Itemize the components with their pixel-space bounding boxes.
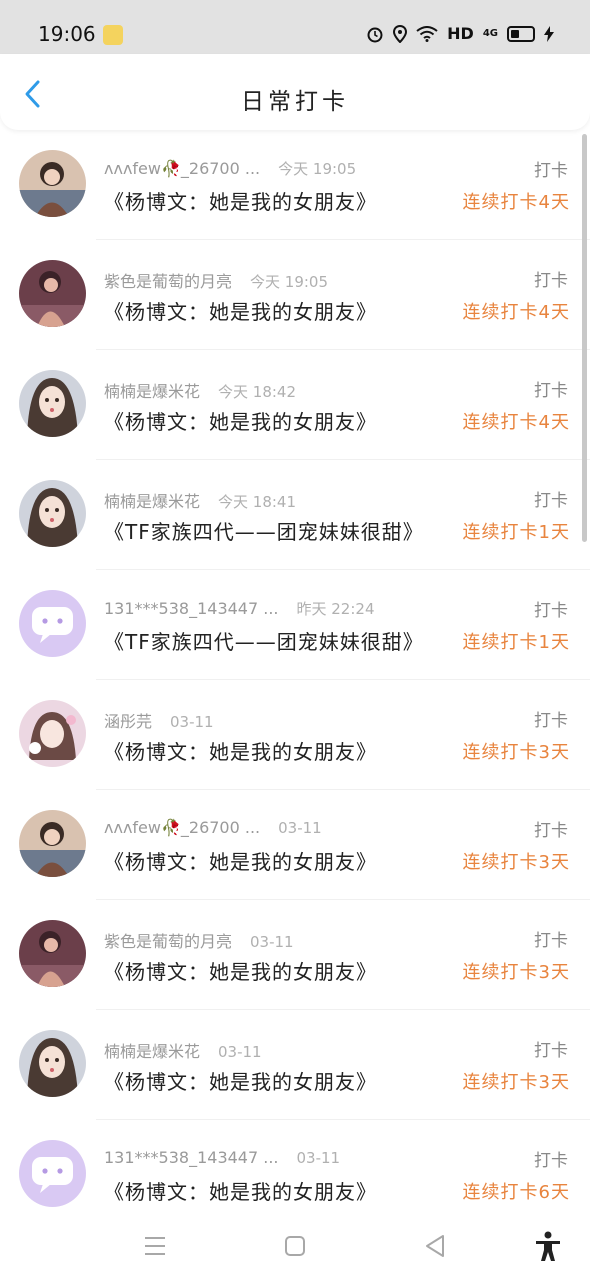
list-item[interactable]: 楠楠是爆米花 今天 18:42 《杨博文：她是我的女朋友》 打卡 连续打卡4天 — [0, 350, 590, 460]
book-title[interactable]: 《TF家族四代——团宠妹妹很甜》 — [104, 516, 424, 545]
book-title[interactable]: 《杨博文：她是我的女朋友》 — [104, 736, 377, 765]
list-item[interactable]: 涵彤芫 03-11 《杨博文：她是我的女朋友》 打卡 连续打卡3天 — [0, 680, 590, 790]
list-item[interactable]: 紫色是葡萄的月亮 今天 19:05 《杨博文：她是我的女朋友》 打卡 连续打卡4天 — [0, 240, 590, 350]
system-nav-bar — [0, 1208, 590, 1280]
avatar[interactable] — [19, 370, 86, 437]
home-icon — [285, 1236, 305, 1256]
streak-label: 连续打卡4天 — [462, 302, 570, 323]
streak-label: 连续打卡3天 — [462, 742, 570, 763]
checkin-tag: 打卡 — [534, 931, 568, 951]
record-time: 今天 19:05 — [278, 160, 357, 178]
record-time: 今天 18:41 — [218, 493, 297, 511]
list-item[interactable]: 131***538_143447 ... 03-11 《杨博文：她是我的女朋友》 … — [0, 1120, 590, 1208]
avatar[interactable] — [19, 150, 86, 217]
scrollbar[interactable] — [582, 134, 587, 542]
streak-label: 连续打卡1天 — [462, 632, 570, 653]
record-time: 03-11 — [278, 819, 322, 837]
book-title[interactable]: 《杨博文：她是我的女朋友》 — [104, 846, 377, 875]
alarm-icon — [367, 27, 383, 42]
checkin-list[interactable]: ᴧᴧᴧfew🥀_26700 ... 今天 19:05 《杨博文：她是我的女朋友》 … — [0, 130, 590, 1208]
list-item[interactable]: ᴧᴧᴧfew🥀_26700 ... 今天 19:05 《杨博文：她是我的女朋友》 … — [0, 130, 590, 240]
accessibility-icon — [536, 1231, 560, 1261]
battery-icon — [507, 25, 535, 42]
book-title[interactable]: 《TF家族四代——团宠妹妹很甜》 — [104, 626, 424, 655]
book-title[interactable]: 《杨博文：她是我的女朋友》 — [104, 1176, 377, 1205]
streak-label: 连续打卡3天 — [462, 962, 570, 983]
streak-label: 连续打卡4天 — [462, 412, 570, 433]
status-time: 19:06 — [38, 22, 96, 46]
home-button[interactable] — [277, 1228, 313, 1264]
user-name[interactable]: 131***538_143447 ... 昨天 22:24 — [104, 598, 375, 619]
user-name[interactable]: ᴧᴧᴧfew🥀_26700 ... 03-11 — [104, 818, 322, 837]
checkin-tag: 打卡 — [534, 381, 568, 401]
list-item[interactable]: 楠楠是爆米花 03-11 《杨博文：她是我的女朋友》 打卡 连续打卡3天 — [0, 1010, 590, 1120]
record-time: 昨天 22:24 — [296, 600, 375, 618]
record-time: 03-11 — [250, 933, 294, 951]
avatar[interactable] — [19, 1030, 86, 1097]
status-icons: HD 4G — [366, 24, 554, 43]
book-title[interactable]: 《杨博文：她是我的女朋友》 — [104, 186, 377, 215]
accessibility-button[interactable] — [530, 1228, 566, 1264]
wifi-icon — [416, 25, 438, 42]
checkin-tag: 打卡 — [534, 821, 568, 841]
list-item[interactable]: ᴧᴧᴧfew🥀_26700 ... 03-11 《杨博文：她是我的女朋友》 打卡 … — [0, 790, 590, 900]
list-item[interactable]: 131***538_143447 ... 昨天 22:24 《TF家族四代——团宠… — [0, 570, 590, 680]
record-time: 03-11 — [218, 1043, 262, 1061]
avatar[interactable] — [19, 1140, 86, 1207]
title-bar: 日常打卡 — [0, 54, 590, 130]
avatar[interactable] — [19, 810, 86, 877]
book-title[interactable]: 《杨博文：她是我的女朋友》 — [104, 1066, 377, 1095]
book-title[interactable]: 《杨博文：她是我的女朋友》 — [104, 406, 377, 435]
streak-label: 连续打卡4天 — [462, 192, 570, 213]
location-icon — [393, 24, 408, 43]
streak-label: 连续打卡6天 — [462, 1182, 570, 1203]
streak-label: 连续打卡1天 — [462, 522, 570, 543]
record-time: 03-11 — [170, 713, 214, 731]
nav-back-icon — [426, 1235, 444, 1257]
book-title[interactable]: 《杨博文：她是我的女朋友》 — [104, 956, 377, 985]
user-name[interactable]: 楠楠是爆米花 03-11 — [104, 1038, 262, 1062]
user-name[interactable]: 楠楠是爆米花 今天 18:42 — [104, 378, 296, 402]
checkin-tag: 打卡 — [534, 271, 568, 291]
user-name[interactable]: ᴧᴧᴧfew🥀_26700 ... 今天 19:05 — [104, 158, 356, 179]
checkin-tag: 打卡 — [534, 601, 568, 621]
charging-icon — [544, 25, 554, 42]
user-name[interactable]: 涵彤芫 03-11 — [104, 708, 214, 732]
user-name[interactable]: 楠楠是爆米花 今天 18:41 — [104, 488, 296, 512]
book-title[interactable]: 《杨博文：她是我的女朋友》 — [104, 296, 377, 325]
status-bar: 19:06 HD 4G — [0, 0, 590, 54]
avatar[interactable] — [19, 260, 86, 327]
avatar[interactable] — [19, 700, 86, 767]
notification-icon — [103, 25, 123, 45]
record-time: 03-11 — [296, 1149, 341, 1167]
menu-button[interactable] — [137, 1228, 173, 1264]
checkin-tag: 打卡 — [534, 1041, 568, 1061]
page-title: 日常打卡 — [241, 89, 349, 115]
checkin-tag: 打卡 — [534, 1151, 568, 1171]
avatar[interactable] — [19, 480, 86, 547]
streak-label: 连续打卡3天 — [462, 1072, 570, 1093]
cell-type: 4G — [482, 27, 498, 39]
streak-label: 连续打卡3天 — [462, 852, 570, 873]
checkin-tag: 打卡 — [534, 711, 568, 731]
nav-back-button[interactable] — [417, 1228, 453, 1264]
list-item[interactable]: 楠楠是爆米花 今天 18:41 《TF家族四代——团宠妹妹很甜》 打卡 连续打卡1… — [0, 460, 590, 570]
record-time: 今天 19:05 — [250, 273, 329, 291]
network-type: HD — [447, 24, 474, 43]
avatar[interactable] — [19, 920, 86, 987]
menu-icon — [145, 1237, 165, 1255]
avatar[interactable] — [19, 590, 86, 657]
user-name[interactable]: 131***538_143447 ... 03-11 — [104, 1148, 340, 1167]
record-time: 今天 18:42 — [218, 383, 297, 401]
checkin-tag: 打卡 — [534, 491, 568, 511]
user-name[interactable]: 紫色是葡萄的月亮 今天 19:05 — [104, 268, 328, 292]
list-item[interactable]: 紫色是葡萄的月亮 03-11 《杨博文：她是我的女朋友》 打卡 连续打卡3天 — [0, 900, 590, 1010]
checkin-tag: 打卡 — [534, 161, 568, 181]
user-name[interactable]: 紫色是葡萄的月亮 03-11 — [104, 928, 294, 952]
